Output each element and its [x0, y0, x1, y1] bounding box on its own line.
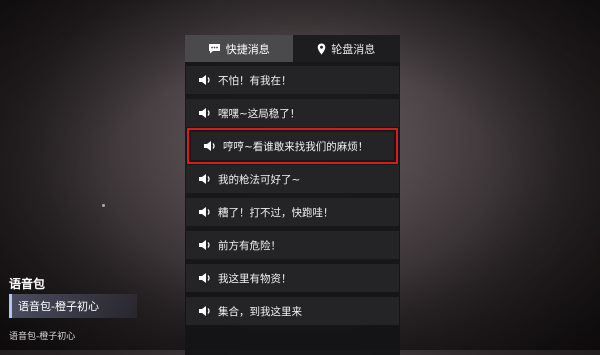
message-text: 哼哼~看谁敢来找我们的麻烦！: [223, 140, 369, 153]
message-item[interactable]: 嘿嘿~这局稳了！: [186, 99, 399, 127]
location-pin-icon: [317, 43, 326, 55]
message-item[interactable]: 我这里有物资！: [186, 264, 399, 292]
voice-pack-selected-label: 语音包-橙子初心: [18, 300, 99, 313]
speaker-icon: [199, 306, 210, 316]
message-text: 我的枪法可好了~: [218, 173, 301, 186]
speaker-icon: [199, 75, 210, 85]
message-item[interactable]: 前方有危险！: [186, 231, 399, 259]
speaker-icon: [204, 141, 215, 151]
message-item[interactable]: 集合，到我这里来: [186, 297, 399, 325]
message-text: 糟了！打不过，快跑哇！: [218, 206, 334, 219]
message-list: 不怕！有我在！ 嘿嘿~这局稳了！ 哼哼~看谁敢来找我们的麻烦！ 我的枪法可好了~…: [185, 62, 400, 325]
speaker-icon: [199, 174, 210, 184]
voice-pack-heading: 语音包: [9, 277, 46, 291]
speaker-icon: [199, 273, 210, 283]
speaker-icon: [199, 108, 210, 118]
voice-pack-selected-option[interactable]: 语音包-橙子初心: [9, 294, 137, 318]
message-text: 我这里有物资！: [218, 272, 292, 285]
message-item[interactable]: 我的枪法可好了~: [186, 165, 399, 193]
tab-quick-messages-label: 快捷消息: [225, 42, 270, 56]
chat-bubble-icon: [208, 43, 221, 54]
quick-message-panel: 快捷消息 轮盘消息 不怕！有我在！ 嘿嘿~这局稳了！ 哼哼~看谁敢来找我们的麻烦…: [185, 35, 400, 355]
message-item[interactable]: 不怕！有我在！: [186, 66, 399, 94]
message-item[interactable]: 糟了！打不过，快跑哇！: [186, 198, 399, 226]
message-text: 嘿嘿~这局稳了！: [218, 107, 301, 120]
message-item-selected[interactable]: 哼哼~看谁敢来找我们的麻烦！: [187, 128, 398, 164]
voice-pack-current-label: 语音包-橙子初心: [9, 332, 76, 342]
tab-quick-messages[interactable]: 快捷消息: [185, 35, 293, 62]
message-text: 不怕！有我在！: [218, 74, 292, 87]
message-tabs: 快捷消息 轮盘消息: [185, 35, 400, 62]
message-text: 集合，到我这里来: [218, 305, 302, 318]
tab-wheel-messages-label: 轮盘消息: [331, 42, 376, 56]
background-particle: [102, 204, 105, 207]
message-text: 前方有危险！: [218, 239, 281, 252]
speaker-icon: [199, 240, 210, 250]
tab-wheel-messages[interactable]: 轮盘消息: [292, 35, 400, 62]
speaker-icon: [199, 207, 210, 217]
